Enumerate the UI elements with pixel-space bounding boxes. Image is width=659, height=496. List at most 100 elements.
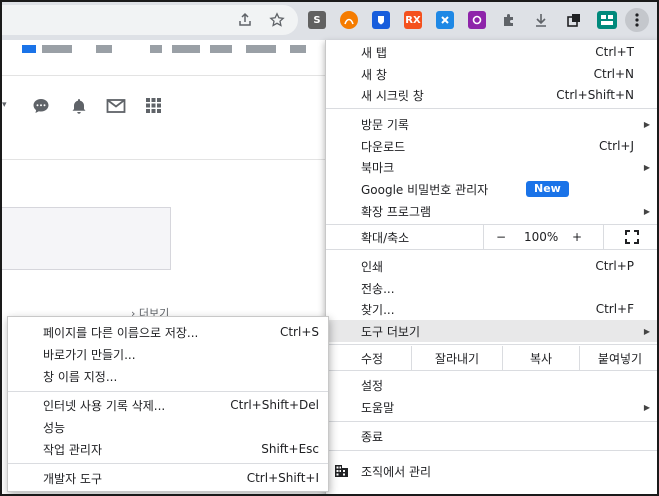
menu-divider [326, 249, 659, 250]
submenu-arrow-icon: ▶ [643, 326, 650, 336]
cut-button[interactable]: 잘라내기 [411, 346, 502, 370]
menu-item-label: 다운로드 [361, 139, 406, 154]
menu-item-more-tools[interactable]: 도구 더보기 ▶ [326, 320, 659, 342]
bell-icon[interactable] [70, 97, 88, 120]
menu-item-label: Google 비밀번호 관리자 [361, 182, 489, 197]
submenu-item-name-window[interactable]: 창 이름 지정... [8, 365, 328, 387]
tab-search-icon[interactable] [563, 9, 585, 31]
bookmark-favicon-icon[interactable] [22, 45, 36, 53]
bookmark-item[interactable] [210, 45, 232, 53]
orange-extension-icon[interactable] [340, 11, 358, 29]
submenu-item-shortcut: Ctrl+S [279, 325, 319, 339]
menu-item-shortcut: Ctrl+J [599, 139, 634, 153]
chat-icon[interactable] [32, 97, 50, 120]
menu-item-label: 인쇄 [361, 259, 384, 274]
bookmark-item[interactable] [150, 45, 162, 53]
kebab-menu-icon[interactable] [625, 8, 649, 32]
submenu-item-clear-data[interactable]: 인터넷 사용 기록 삭제... Ctrl+Shift+Del [8, 394, 328, 416]
fullscreen-icon[interactable] [603, 225, 659, 249]
apps-grid-icon[interactable] [145, 97, 162, 119]
rx-extension-icon[interactable]: RX [404, 11, 422, 29]
extensions-puzzle-icon[interactable] [498, 9, 520, 31]
browser-toolbar: S RX [0, 0, 659, 40]
bookmark-item[interactable] [96, 45, 112, 53]
zoom-in-button[interactable]: + [572, 230, 582, 244]
menu-item-label: 도구 더보기 [361, 324, 421, 339]
menu-item-label: 확대/축소 [361, 230, 410, 245]
menu-item-downloads[interactable]: 다운로드 Ctrl+J [326, 135, 659, 157]
submenu-item-performance[interactable]: 성능 [8, 416, 328, 438]
submenu-item-create-shortcut[interactable]: 바로가기 만들기... [8, 343, 328, 365]
menu-item-settings[interactable]: 설정 [326, 374, 659, 396]
bookmark-item[interactable] [290, 45, 306, 53]
submenu-item-label: 창 이름 지정... [43, 369, 118, 384]
menu-item-new-tab[interactable]: 새 탭 Ctrl+T [326, 41, 659, 63]
submenu-item-task-manager[interactable]: 작업 관리자 Shift+Esc [8, 438, 328, 460]
menu-item-new-incognito[interactable]: 새 시크릿 창 Ctrl+Shift+N [326, 84, 659, 106]
star-icon[interactable] [266, 9, 288, 31]
menu-item-history[interactable]: 방문 기록 ▶ [326, 113, 659, 135]
bookmarks-bar [0, 40, 325, 58]
more-tools-submenu: 페이지를 다른 이름으로 저장... Ctrl+S 바로가기 만들기... 창 … [7, 316, 329, 492]
menu-item-print[interactable]: 인쇄 Ctrl+P [326, 255, 659, 277]
submenu-item-label: 인터넷 사용 기록 삭제... [43, 398, 166, 413]
submenu-item-shortcut: Shift+Esc [261, 442, 319, 456]
menu-item-zoom: 확대/축소 − 100% + [326, 225, 659, 249]
paste-label: 붙여넣기 [597, 351, 643, 366]
x-extension-icon[interactable] [436, 11, 454, 29]
purple-extension-icon[interactable] [468, 11, 486, 29]
submenu-divider [8, 391, 328, 392]
menu-item-shortcut: Ctrl+T [595, 45, 634, 59]
menu-item-label: 전송... [361, 281, 395, 296]
menu-item-extensions[interactable]: 확장 프로그램 ▶ [326, 200, 659, 222]
copy-button[interactable]: 복사 [502, 346, 579, 370]
menu-item-shortcut: Ctrl+Shift+N [556, 88, 634, 102]
menu-item-help[interactable]: 도움말 ▶ [326, 396, 659, 418]
menu-item-shortcut: Ctrl+N [593, 67, 634, 81]
submenu-arrow-icon: ▶ [643, 162, 650, 172]
submenu-item-label: 성능 [43, 420, 66, 435]
menu-item-label: 북마크 [361, 160, 395, 175]
download-icon[interactable] [530, 9, 552, 31]
menu-item-label: 설정 [361, 378, 384, 393]
menu-item-managed[interactable]: 조직에서 관리 [326, 460, 659, 482]
menu-item-new-window[interactable]: 새 창 Ctrl+N [326, 63, 659, 85]
bookmark-item[interactable] [42, 45, 72, 53]
menu-divider [326, 108, 659, 109]
mail-icon[interactable] [106, 97, 126, 120]
submenu-item-shortcut: Ctrl+Shift+I [246, 471, 319, 485]
zoom-out-button[interactable]: − [496, 230, 506, 244]
menu-divider [326, 344, 659, 345]
menu-item-cast[interactable]: 전송... [326, 277, 659, 299]
dropdown-arrow-icon[interactable]: ▾ [2, 100, 7, 110]
bookmark-item[interactable] [172, 45, 200, 53]
paste-button[interactable]: 붙여넣기 [579, 346, 659, 370]
menu-item-shortcut: Ctrl+F [595, 302, 634, 316]
submenu-arrow-icon: ▶ [643, 119, 650, 129]
divider [0, 159, 325, 160]
menu-item-label: 새 탭 [361, 45, 387, 60]
menu-item-find[interactable]: 찾기... Ctrl+F [326, 298, 659, 320]
content-box [0, 207, 171, 270]
menu-divider [326, 370, 659, 371]
menu-item-bookmarks[interactable]: 북마크 ▶ [326, 156, 659, 178]
divider [0, 75, 325, 76]
menu-item-password-manager[interactable]: Google 비밀번호 관리자 New [326, 178, 659, 200]
menu-item-label: 종료 [361, 429, 384, 444]
submenu-item-label: 개발자 도구 [43, 471, 103, 486]
menu-item-label: 조직에서 관리 [361, 464, 432, 479]
submenu-item-save-page[interactable]: 페이지를 다른 이름으로 저장... Ctrl+S [8, 321, 328, 343]
teal-extension-icon[interactable] [597, 11, 617, 29]
s-extension-icon[interactable]: S [308, 11, 326, 29]
menu-divider [326, 450, 659, 451]
menu-item-exit[interactable]: 종료 [326, 425, 659, 447]
menu-item-label: 수정 [361, 351, 384, 366]
bookmark-item[interactable] [246, 45, 276, 53]
submenu-item-label: 페이지를 다른 이름으로 저장... [43, 325, 199, 340]
zoom-controls: − 100% + [483, 225, 603, 249]
bitwarden-extension-icon[interactable] [372, 11, 390, 29]
new-badge: New [526, 181, 569, 197]
submenu-item-label: 바로가기 만들기... [43, 347, 136, 362]
share-icon[interactable] [234, 9, 256, 31]
submenu-item-dev-tools[interactable]: 개발자 도구 Ctrl+Shift+I [8, 467, 328, 489]
